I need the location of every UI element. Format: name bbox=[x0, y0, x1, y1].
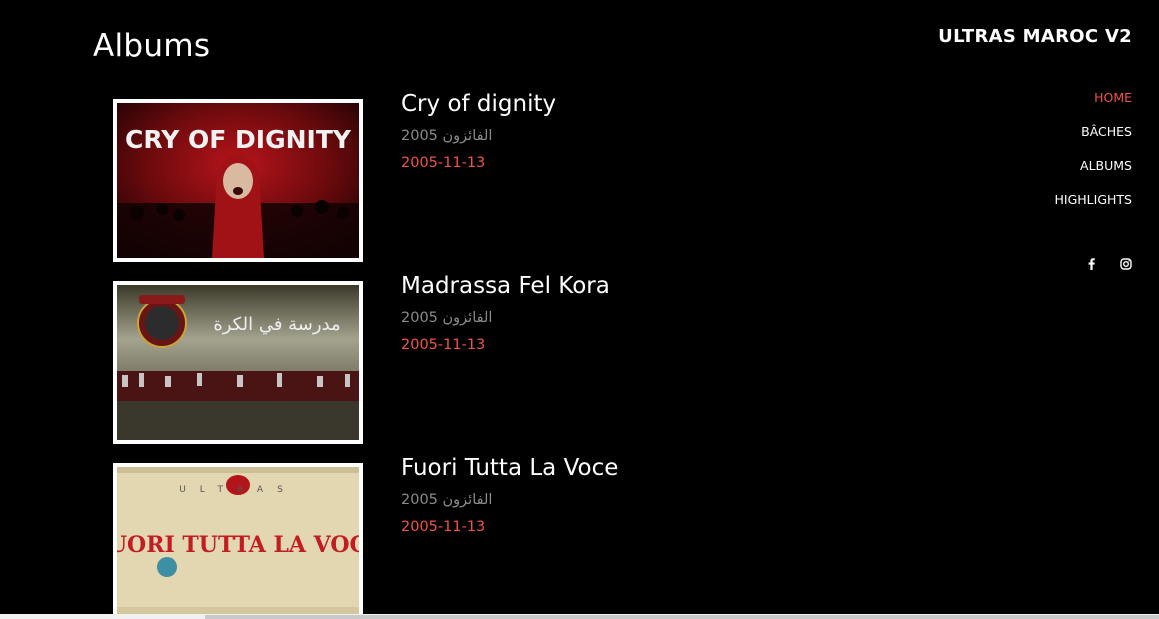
album-date: 2005-11-13 bbox=[401, 155, 486, 171]
album-date: 2005-11-13 bbox=[401, 337, 486, 353]
album-artist: الفائزون 2005 bbox=[401, 128, 493, 144]
site-brand[interactable]: ULTRAS MAROC V2 bbox=[938, 26, 1132, 47]
album-card: مدرسة في الكرة Madrassa Fel Kora الفائزو… bbox=[113, 273, 813, 444]
album-title[interactable]: Madrassa Fel Kora bbox=[401, 273, 610, 299]
album-card: CRY OF DIGNITY Cry of dignity الفائزون 2… bbox=[113, 91, 813, 262]
album-artist: الفائزون 2005 bbox=[401, 492, 493, 508]
main-nav: HOME BÂCHES ALBUMS HIGHLIGHTS bbox=[1055, 90, 1132, 226]
album-cover[interactable]: CRY OF DIGNITY bbox=[113, 99, 363, 262]
album-cover-text: CRY OF DIGNITY bbox=[125, 125, 352, 154]
nav-item-baches[interactable]: BÂCHES bbox=[1055, 124, 1132, 140]
page: Albums ULTRAS MAROC V2 HOME BÂCHES ALBUM… bbox=[0, 0, 1159, 619]
nav-item-highlights[interactable]: HIGHLIGHTS bbox=[1055, 192, 1132, 208]
album-cover[interactable]: ULTRAS FUORI TUTTA LA VOCE bbox=[113, 463, 363, 619]
album-cover[interactable]: مدرسة في الكرة bbox=[113, 281, 363, 444]
social-links bbox=[1085, 257, 1132, 271]
album-title[interactable]: Cry of dignity bbox=[401, 91, 556, 117]
album-card: ULTRAS FUORI TUTTA LA VOCE Fuori Tutta L… bbox=[113, 455, 813, 619]
album-artist: الفائزون 2005 bbox=[401, 310, 493, 326]
instagram-icon[interactable] bbox=[1120, 257, 1132, 271]
nav-item-home[interactable]: HOME bbox=[1055, 90, 1132, 106]
album-title[interactable]: Fuori Tutta La Voce bbox=[401, 455, 618, 481]
album-cover-text: FUORI TUTTA LA VOCE bbox=[117, 532, 359, 558]
page-title: Albums bbox=[93, 28, 211, 64]
svg-text:ULTRAS: ULTRAS bbox=[179, 485, 297, 495]
horizontal-scrollbar[interactable] bbox=[0, 614, 1159, 619]
nav-item-albums[interactable]: ALBUMS bbox=[1055, 158, 1132, 174]
album-cover-text: مدرسة في الكرة bbox=[213, 314, 340, 335]
album-date: 2005-11-13 bbox=[401, 519, 486, 535]
facebook-icon[interactable] bbox=[1085, 257, 1097, 271]
scrollbar-thumb[interactable] bbox=[205, 615, 1159, 619]
